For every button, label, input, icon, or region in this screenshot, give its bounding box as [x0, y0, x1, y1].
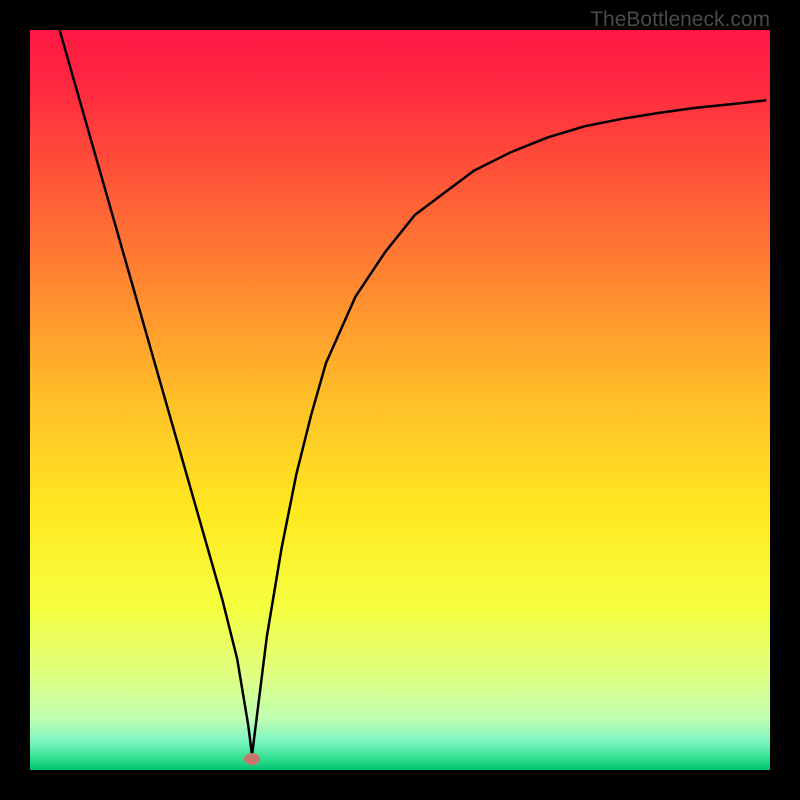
watermark-label: TheBottleneck.com — [590, 8, 770, 32]
chart-area — [30, 30, 770, 770]
curve-line — [30, 30, 770, 770]
minimum-marker — [244, 753, 260, 765]
